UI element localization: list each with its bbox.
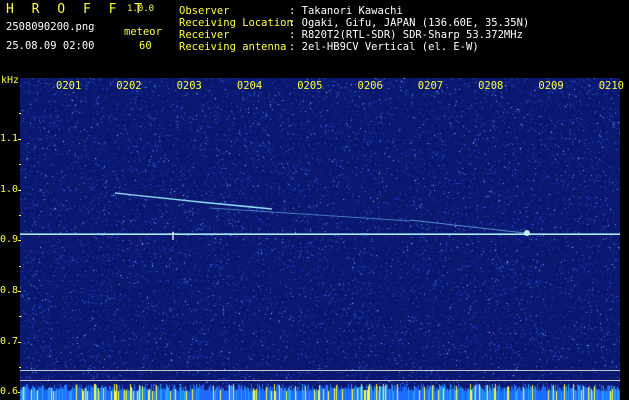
datetime: 25.08.09 02:00 [6,40,95,52]
signal-level-bars [20,383,620,400]
info-value-receiver: : R820T2(RTL-SDR) SDR-Sharp 53.372MHz [289,29,523,41]
y-minor-tick [19,367,21,369]
y-minor-tick [19,189,21,191]
y-tick-label: 0.8 [0,284,19,296]
info-label-antenna: Receiving antenna [179,41,287,53]
y-axis-unit: kHz [1,75,20,86]
app-version: 1.0.0 [127,4,155,14]
y-minor-tick [19,265,21,267]
y-minor-tick [19,290,21,292]
info-label-observer: Observer [179,5,230,17]
meteor-trail-3 [409,219,526,234]
x-tick-label: 0209 [538,80,564,92]
y-minor-tick [19,164,21,166]
y-minor-tick [19,341,21,343]
meteor-label: meteor [124,26,162,38]
info-label-receiver: Receiver [179,29,230,41]
x-tick-label: 0205 [297,80,323,92]
meteor-count: 60 [139,40,152,52]
reference-line-upper [20,370,620,371]
x-tick-label: 0204 [236,80,263,92]
info-value-antenna: : 2el-HB9CV Vertical (el. E-W) [289,41,479,53]
app-logo: H R O F F T [6,2,148,17]
reference-line-lower [20,380,620,381]
y-minor-tick [19,240,21,242]
x-tick-label: 0207 [417,80,444,92]
x-tick-label: 0203 [176,80,202,92]
y-minor-tick [19,113,21,115]
y-tick-label: 0.9 [0,234,19,246]
spectrogram-plot [20,78,620,400]
info-value-observer: : Takanori Kawachi [289,5,403,17]
x-tick-label: 0201 [56,80,82,92]
meteor-trail-1 [114,192,201,203]
meteor-trail-2 [209,207,411,222]
y-tick-label: 0.7 [0,335,19,347]
y-tick-label: 1.1 [0,132,19,144]
y-tick-label: 0.6 [0,386,19,398]
y-tick-label: 1.0 [0,183,19,195]
x-tick-label: 0206 [357,80,383,92]
meteor-head-echo [524,230,530,236]
info-label-location: Receiving Location [179,17,293,29]
y-minor-tick [19,138,21,140]
filename: 2508090200.png [6,21,95,33]
hrofft-window: H R O F F T 1.0.0 2508090200.png meteor … [0,0,629,400]
x-tick-label: 0202 [116,80,142,92]
meteor-traces [20,192,620,240]
y-minor-tick [19,214,21,216]
x-tick-label: 0210 [598,80,624,92]
info-value-location: : Ogaki, Gifu, JAPAN (136.60E, 35.35N) [289,17,530,29]
y-minor-tick [19,316,21,318]
x-tick-label: 0208 [478,80,504,92]
